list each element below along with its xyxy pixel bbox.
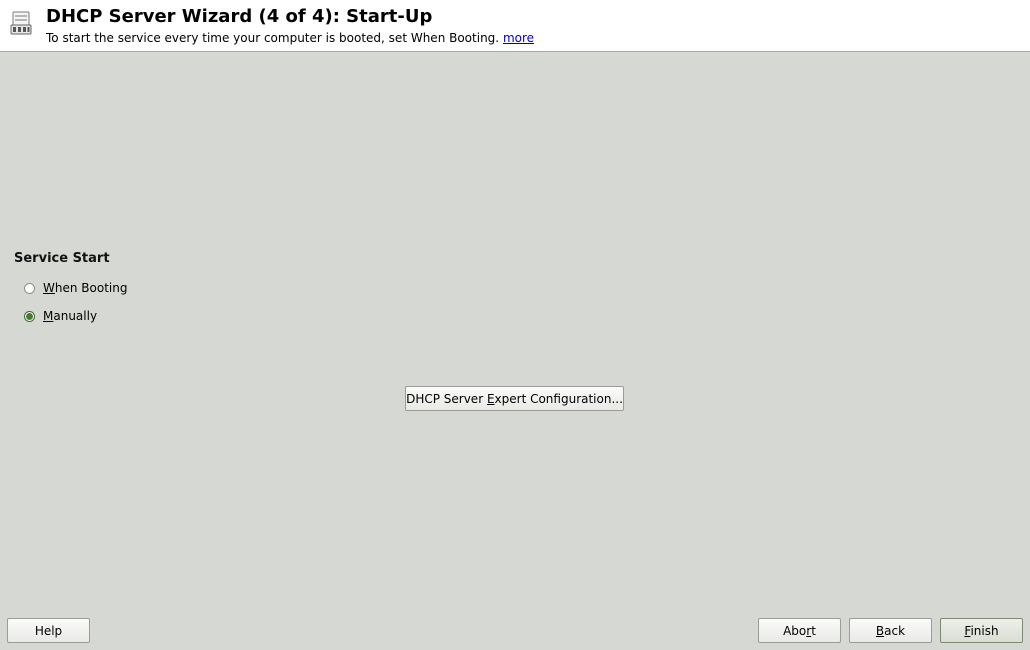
mnemonic: E bbox=[486, 391, 495, 406]
page-subtitle: To start the service every time your com… bbox=[46, 30, 534, 46]
label-rest: hen Booting bbox=[54, 281, 128, 295]
back-button[interactable]: Back bbox=[849, 618, 932, 643]
radio-selected-dot bbox=[26, 312, 33, 320]
mnemonic: W bbox=[43, 281, 55, 295]
more-link[interactable]: more bbox=[503, 31, 534, 45]
radio-when-booting-label: When Booting bbox=[43, 280, 127, 296]
label-rest: t bbox=[811, 623, 816, 638]
radio-when-booting-control[interactable] bbox=[24, 282, 35, 294]
help-button[interactable]: Help bbox=[7, 618, 90, 643]
label-rest: inish bbox=[970, 623, 999, 638]
finish-button[interactable]: Finish bbox=[940, 618, 1023, 643]
abort-button[interactable]: Abort bbox=[758, 618, 841, 643]
expert-configuration-button[interactable]: DHCP Server Expert Configuration... bbox=[405, 386, 624, 411]
subtitle-text: To start the service every time your com… bbox=[46, 31, 500, 45]
page-title: DHCP Server Wizard (4 of 4): Start-Up bbox=[46, 6, 433, 27]
server-icon bbox=[10, 11, 34, 37]
radio-manually-control[interactable] bbox=[24, 310, 35, 322]
label-prefix: Abo bbox=[783, 623, 807, 638]
mnemonic: M bbox=[43, 309, 54, 323]
service-start-label: Service Start bbox=[14, 251, 110, 266]
radio-manually-label: Manually bbox=[43, 308, 97, 324]
radio-when-booting[interactable]: When Booting bbox=[24, 279, 127, 297]
label-rest: xpert Configuration... bbox=[494, 391, 623, 406]
mnemonic: B bbox=[875, 623, 885, 638]
label-rest: anually bbox=[53, 309, 98, 323]
label-rest: ack bbox=[884, 623, 906, 638]
label-prefix: DHCP Server bbox=[406, 391, 487, 406]
wizard-header: DHCP Server Wizard (4 of 4): Start-Up To… bbox=[0, 0, 1030, 52]
radio-manually[interactable]: Manually bbox=[24, 307, 97, 325]
